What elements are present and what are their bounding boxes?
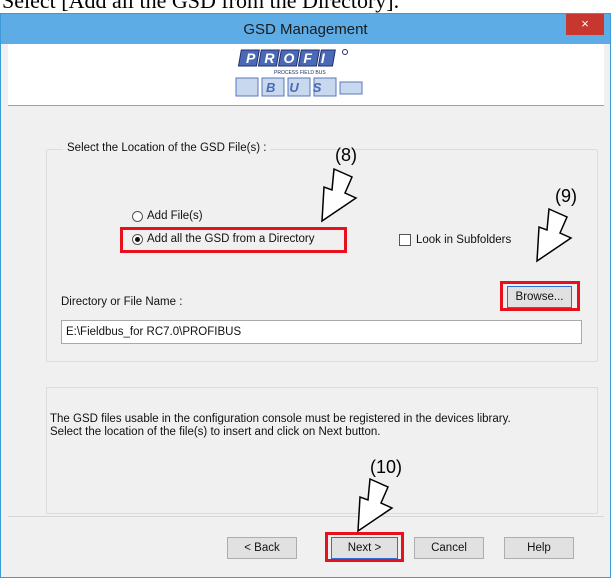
look-in-subfolders-checkbox[interactable]: Look in Subfolders (399, 234, 511, 246)
info-text: The GSD files usable in the configuratio… (50, 413, 590, 439)
look-in-subfolders-label: Look in Subfolders (416, 234, 512, 246)
radio-circle[interactable] (132, 210, 143, 222)
logo-top-text: PROFI (246, 50, 334, 66)
window-title: GSD Management (243, 21, 368, 38)
cancel-button[interactable]: Cancel (414, 537, 484, 559)
title-bar: GSD Management × (1, 14, 610, 44)
radio-add-directory-label: Add all the GSD from a Directory (147, 233, 315, 245)
close-icon: × (581, 16, 589, 31)
directory-label: Directory or File Name : (61, 296, 183, 308)
info-line-1: The GSD files usable in the configuratio… (50, 413, 511, 425)
logo-sub-text: PROCESS FIELD BUS (274, 70, 326, 76)
help-button[interactable]: Help (504, 537, 574, 559)
back-button[interactable]: < Back (227, 537, 297, 559)
close-button[interactable]: × (566, 14, 604, 35)
checkbox-box[interactable] (399, 234, 411, 246)
arrow-8-icon (321, 167, 358, 223)
arrow-9-icon (536, 207, 573, 263)
info-line-2: Select the location of the file(s) to in… (50, 426, 381, 438)
banner: PROFI PROCESS FIELD BUS BUS (8, 44, 604, 106)
footer: < Back Next > Cancel Help (8, 516, 604, 573)
step-8-label: (8) (335, 145, 357, 165)
radio-circle-selected[interactable] (132, 233, 143, 245)
caption: Select [Add all the GSD from the Directo… (2, 0, 400, 13)
directory-input[interactable]: E:\Fieldbus_for RC7.0\PROFIBUS (61, 320, 582, 344)
radio-add-files[interactable]: Add File(s) (132, 210, 203, 222)
browse-button[interactable]: Browse... (507, 286, 572, 308)
location-legend: Select the Location of the GSD File(s) : (63, 142, 271, 154)
info-box: The GSD files usable in the configuratio… (46, 387, 598, 514)
logo-bottom-text: BUS (266, 80, 335, 95)
profibus-logo: PROFI PROCESS FIELD BUS BUS (235, 49, 363, 97)
step-9-label: (9) (555, 186, 577, 206)
radio-add-directory[interactable]: Add all the GSD from a Directory (132, 233, 314, 245)
main-panel: Select the Location of the GSD File(s) :… (8, 106, 604, 516)
gsd-management-window: GSD Management × PROFI PROCESS FIELD BUS (0, 13, 611, 578)
next-button[interactable]: Next > (331, 537, 398, 559)
arrow-10-icon (357, 477, 394, 533)
radio-add-files-label: Add File(s) (147, 210, 203, 222)
